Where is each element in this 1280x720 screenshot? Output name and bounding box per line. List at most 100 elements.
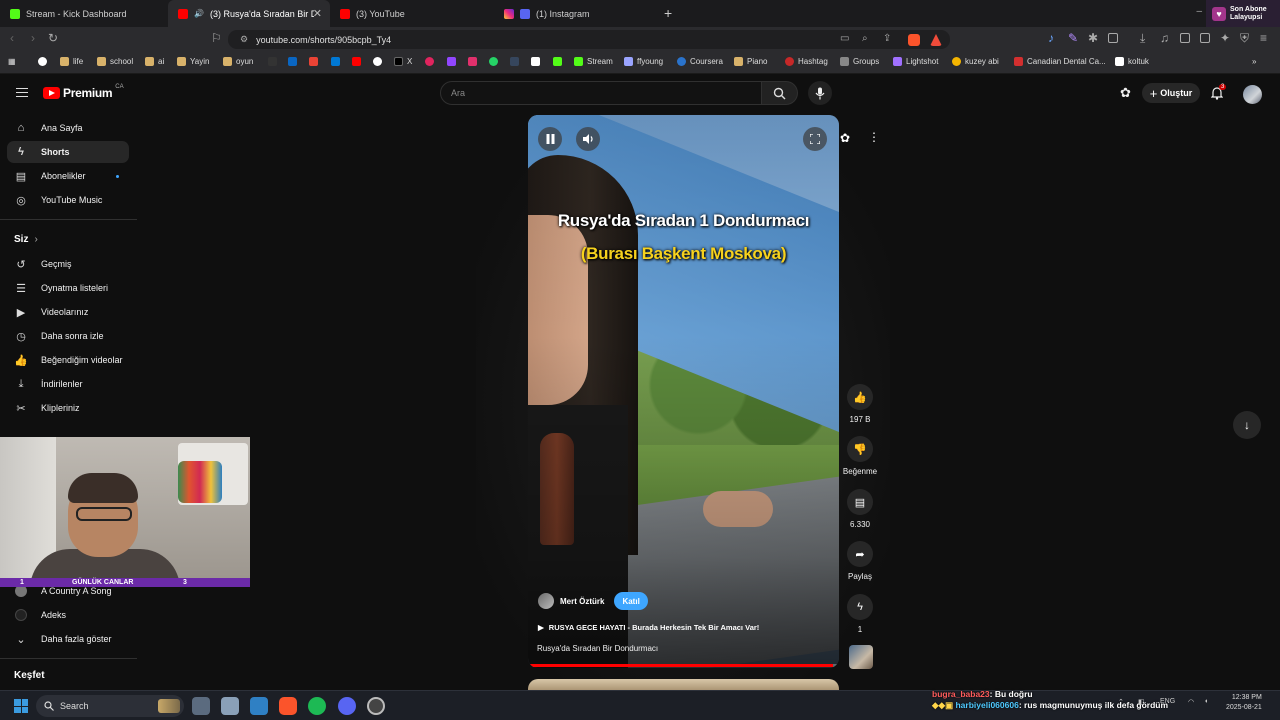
voice-search-button[interactable] <box>808 81 832 105</box>
wifi-icon[interactable]: ◠ <box>1188 698 1194 706</box>
sidebar-item-watch-later[interactable]: ◷ Daha sonra izle <box>7 325 129 347</box>
downloads-icon[interactable]: ⤓ <box>1140 31 1145 46</box>
show-more-button[interactable]: ⌄ Daha fazla göster <box>7 628 129 650</box>
bookmark-lightshot[interactable]: Lightshot <box>893 57 938 66</box>
next-short-button[interactable]: ↓ <box>1233 411 1261 439</box>
apps-icon[interactable]: ▦ <box>8 57 16 66</box>
bookmark-dental[interactable]: Canadian Dental Ca... <box>1014 57 1106 66</box>
file-explorer-icon[interactable] <box>192 697 210 715</box>
bookmark-kick[interactable] <box>553 57 562 66</box>
close-tab-icon[interactable]: ✕ <box>313 7 322 20</box>
fullscreen-button[interactable] <box>803 127 827 151</box>
bookmark-stream[interactable]: Stream <box>574 57 613 66</box>
obs-icon[interactable] <box>367 697 385 715</box>
menu-icon[interactable]: ≡ <box>1260 31 1267 45</box>
photos-icon[interactable] <box>250 697 268 715</box>
create-button[interactable]: + Oluştur <box>1142 83 1200 103</box>
bookmark-google[interactable] <box>38 57 47 66</box>
bookmark-x[interactable]: X <box>394 57 412 66</box>
brave-shields-icon[interactable] <box>908 34 920 46</box>
wallet-icon[interactable] <box>1200 33 1210 43</box>
bookmark-chrome[interactable] <box>373 57 382 66</box>
sidebar-item-liked[interactable]: 👍 Beğendiğim videolar <box>7 349 129 371</box>
bookmark-ai[interactable]: ai <box>145 57 164 66</box>
bookmark-linkedin[interactable] <box>288 57 297 66</box>
bookmark-outlook[interactable] <box>331 57 340 66</box>
bookmark-koltuk[interactable]: koltuk <box>1115 57 1149 66</box>
system-clock[interactable]: 12:38 PM 2025-08-21 <box>1226 693 1262 713</box>
sidebar-item-your-videos[interactable]: ▶ Videolarınız <box>7 301 129 323</box>
channel-avatar[interactable] <box>538 593 554 609</box>
bookmark-twitch[interactable] <box>447 57 456 66</box>
you-section-header[interactable]: Siz › <box>14 234 38 245</box>
bookmark-youtube[interactable] <box>268 57 277 66</box>
more-options-icon[interactable]: ⋮ <box>868 130 880 144</box>
comments-button[interactable]: ▤ 6.330 <box>840 489 880 529</box>
language-indicator[interactable]: ENG <box>1160 698 1175 705</box>
bookmark-life[interactable]: life <box>60 57 83 66</box>
app-icon[interactable] <box>221 697 239 715</box>
sidebar-item-clips[interactable]: ✂ Klipleriniz <box>7 397 129 419</box>
sidebar-item-playlists[interactable]: ☰ Oynatma listeleri <box>7 277 129 299</box>
reload-icon[interactable]: ↻ <box>48 31 58 45</box>
zoom-icon[interactable]: ⌕ <box>862 33 868 44</box>
video-progress-bar[interactable] <box>528 664 839 667</box>
back-icon[interactable]: ‹ <box>10 31 14 45</box>
more-bookmarks-icon[interactable]: » <box>1252 57 1256 66</box>
tab-instagram[interactable]: (1) Instagram <box>494 0 659 27</box>
bookmark-kuzey[interactable]: kuzey abi <box>952 57 999 66</box>
join-button[interactable]: Katıl <box>614 592 648 610</box>
account-avatar[interactable] <box>1243 85 1262 104</box>
discord-icon[interactable] <box>338 697 356 715</box>
bookmark-gmail[interactable] <box>309 57 318 66</box>
volume-icon[interactable]: ◖ <box>1204 698 1208 705</box>
like-button[interactable]: 👍 197 B <box>840 384 880 424</box>
bookmark-groups[interactable]: Groups <box>840 57 879 66</box>
channel-name[interactable]: Mert Öztürk <box>560 597 604 606</box>
bookmark-yayin[interactable]: Yayin <box>177 57 209 66</box>
site-info-icon[interactable]: ⚙ <box>240 34 248 45</box>
forward-icon[interactable]: › <box>31 31 35 45</box>
taskbar-search[interactable]: Search <box>36 695 184 717</box>
new-tab-button[interactable]: + <box>664 5 672 21</box>
sidebar-item-music[interactable]: ◎ YouTube Music <box>7 189 129 211</box>
tab-youtube-home[interactable]: (3) YouTube <box>330 0 494 27</box>
pause-button[interactable] <box>538 127 562 151</box>
shorts-create-icon[interactable]: ✿ <box>1120 85 1131 101</box>
video-description[interactable]: Rusya'da Sıradan Bir Dondurmacı <box>537 644 658 653</box>
vpn-icon[interactable]: ⛨ <box>1240 31 1249 46</box>
bookmark-oyun[interactable]: oyun <box>223 57 253 66</box>
dislike-button[interactable]: 👎 Beğenme <box>840 436 880 476</box>
extension-sound-icon[interactable]: ♪ <box>1048 31 1054 45</box>
brave-rewards-icon[interactable] <box>930 34 942 46</box>
minimize-icon[interactable]: – <box>1196 6 1202 17</box>
tray-chevron-icon[interactable]: ⌃ <box>1118 698 1124 706</box>
bookmark-coursera[interactable]: Coursera <box>677 57 723 66</box>
search-input[interactable]: Ara <box>440 81 762 105</box>
hamburger-menu-icon[interactable] <box>16 88 28 97</box>
address-bar[interactable]: ⚙ youtube.com/shorts/905bcpb_Ty4 ▭ ⌕ ⇪ <box>228 30 950 49</box>
shorts-video-player[interactable]: Rusya'da Sıradan 1 Dondurmacı (Burası Ba… <box>528 115 839 668</box>
share-button[interactable]: ➦ Paylaş <box>840 541 880 581</box>
bookmark-instagram[interactable] <box>468 57 477 66</box>
bookmark-ffyoung[interactable]: ffyoung <box>624 57 663 66</box>
bookmark-school[interactable]: school <box>97 57 133 66</box>
bookmark-amazon[interactable] <box>531 57 540 66</box>
sidebar-item-subscriptions[interactable]: ▤ Abonelikler <box>7 165 129 187</box>
sidebar-item-history[interactable]: ↺ Geçmiş <box>7 253 129 275</box>
bookmark-red[interactable] <box>425 57 434 66</box>
remix-button[interactable]: ϟ 1 <box>840 594 880 634</box>
search-button[interactable] <box>762 81 798 105</box>
bookmark-piano[interactable]: Piano <box>734 57 767 66</box>
cast-icon[interactable]: ▭ <box>840 33 849 44</box>
extension-pen-icon[interactable]: ✎ <box>1068 31 1078 45</box>
brave-browser-icon[interactable] <box>279 697 297 715</box>
bookmark-yt2[interactable] <box>352 57 361 66</box>
tab-kick-dashboard[interactable]: Stream - Kick Dashboard <box>0 0 168 27</box>
sidebar-item-subscription[interactable]: Adeks <box>7 604 129 626</box>
leo-icon[interactable]: ✦ <box>1220 31 1230 45</box>
spotify-icon[interactable] <box>308 697 326 715</box>
bookmark-tumblr[interactable] <box>510 57 519 66</box>
bookmark-whatsapp[interactable] <box>489 57 498 66</box>
extensions-icon[interactable]: ✱ <box>1088 31 1098 45</box>
